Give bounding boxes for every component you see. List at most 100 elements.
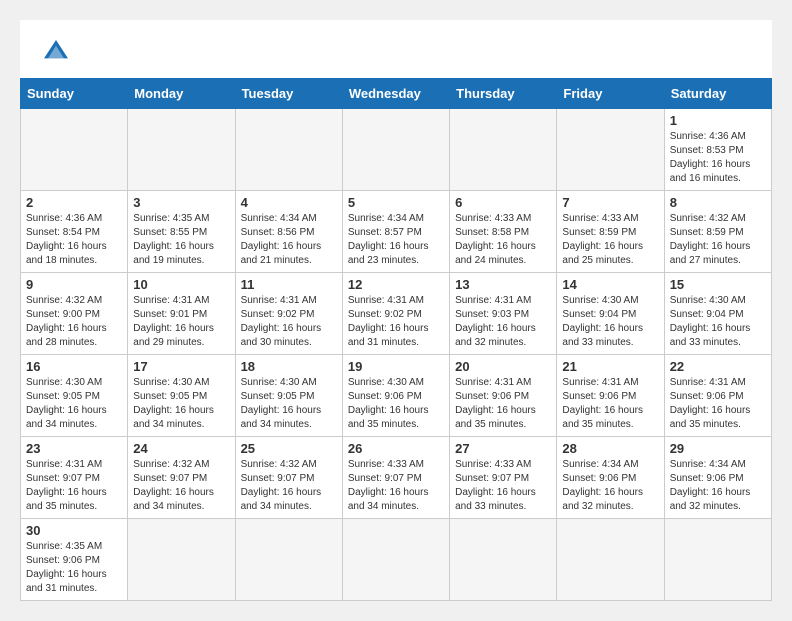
day-info: Sunrise: 4:31 AM Sunset: 9:02 PM Dayligh…: [348, 294, 444, 350]
day-number: 10: [133, 277, 229, 292]
day-number: 7: [562, 195, 658, 210]
calendar-cell: [235, 519, 342, 601]
day-header-monday: Monday: [128, 79, 235, 109]
day-info: Sunrise: 4:35 AM Sunset: 8:55 PM Dayligh…: [133, 212, 229, 268]
day-header-saturday: Saturday: [664, 79, 771, 109]
day-header-tuesday: Tuesday: [235, 79, 342, 109]
day-number: 14: [562, 277, 658, 292]
day-info: Sunrise: 4:36 AM Sunset: 8:53 PM Dayligh…: [670, 130, 766, 186]
calendar-cell: 20 Sunrise: 4:31 AM Sunset: 9:06 PM Dayli…: [450, 355, 557, 437]
day-number: 3: [133, 195, 229, 210]
day-info: Sunrise: 4:30 AM Sunset: 9:05 PM Dayligh…: [26, 376, 122, 432]
calendar-week-row: 23 Sunrise: 4:31 AM Sunset: 9:07 PM Dayli…: [21, 437, 772, 519]
calendar-week-row: 16 Sunrise: 4:30 AM Sunset: 9:05 PM Dayli…: [21, 355, 772, 437]
day-number: 24: [133, 441, 229, 456]
calendar-cell: 4Sunrise: 4:34 AM Sunset: 8:56 PM Daylig…: [235, 191, 342, 273]
calendar-week-row: 9 Sunrise: 4:32 AM Sunset: 9:00 PM Daylig…: [21, 273, 772, 355]
calendar-week-row: 2 Sunrise: 4:36 AM Sunset: 8:54 PM Daylig…: [21, 191, 772, 273]
calendar-cell: 10 Sunrise: 4:31 AM Sunset: 9:01 PM Dayli…: [128, 273, 235, 355]
day-number: 8: [670, 195, 766, 210]
day-info: Sunrise: 4:34 AM Sunset: 8:57 PM Dayligh…: [348, 212, 444, 268]
day-number: 26: [348, 441, 444, 456]
calendar-cell: 30Sunrise: 4:35 AM Sunset: 9:06 PM Dayli…: [21, 519, 128, 601]
day-info: Sunrise: 4:32 AM Sunset: 9:00 PM Dayligh…: [26, 294, 122, 350]
calendar-cell: 17 Sunrise: 4:30 AM Sunset: 9:05 PM Dayli…: [128, 355, 235, 437]
day-number: 15: [670, 277, 766, 292]
calendar-cell: [128, 109, 235, 191]
calendar-cell: 22 Sunrise: 4:31 AM Sunset: 9:06 PM Dayli…: [664, 355, 771, 437]
calendar-header-row: SundayMondayTuesdayWednesdayThursdayFrid…: [21, 79, 772, 109]
day-number: 2: [26, 195, 122, 210]
calendar-cell: 2 Sunrise: 4:36 AM Sunset: 8:54 PM Daylig…: [21, 191, 128, 273]
calendar-cell: 26 Sunrise: 4:33 AM Sunset: 9:07 PM Dayli…: [342, 437, 449, 519]
calendar-cell: 12 Sunrise: 4:31 AM Sunset: 9:02 PM Dayli…: [342, 273, 449, 355]
day-number: 21: [562, 359, 658, 374]
day-info: Sunrise: 4:33 AM Sunset: 8:59 PM Dayligh…: [562, 212, 658, 268]
day-info: Sunrise: 4:36 AM Sunset: 8:54 PM Dayligh…: [26, 212, 122, 268]
day-header-friday: Friday: [557, 79, 664, 109]
calendar-page: SundayMondayTuesdayWednesdayThursdayFrid…: [20, 20, 772, 601]
calendar-cell: [21, 109, 128, 191]
day-info: Sunrise: 4:33 AM Sunset: 9:07 PM Dayligh…: [348, 458, 444, 514]
day-info: Sunrise: 4:32 AM Sunset: 9:07 PM Dayligh…: [133, 458, 229, 514]
day-info: Sunrise: 4:32 AM Sunset: 9:07 PM Dayligh…: [241, 458, 337, 514]
calendar-cell: 3 Sunrise: 4:35 AM Sunset: 8:55 PM Daylig…: [128, 191, 235, 273]
day-number: 16: [26, 359, 122, 374]
calendar-cell: 24 Sunrise: 4:32 AM Sunset: 9:07 PM Dayli…: [128, 437, 235, 519]
day-info: Sunrise: 4:31 AM Sunset: 9:07 PM Dayligh…: [26, 458, 122, 514]
calendar-cell: 8 Sunrise: 4:32 AM Sunset: 8:59 PM Daylig…: [664, 191, 771, 273]
calendar-cell: 25Sunrise: 4:32 AM Sunset: 9:07 PM Dayli…: [235, 437, 342, 519]
calendar-cell: [557, 109, 664, 191]
day-number: 13: [455, 277, 551, 292]
calendar-cell: 21Sunrise: 4:31 AM Sunset: 9:06 PM Dayli…: [557, 355, 664, 437]
calendar-cell: [450, 109, 557, 191]
calendar-table: SundayMondayTuesdayWednesdayThursdayFrid…: [20, 78, 772, 601]
day-number: 20: [455, 359, 551, 374]
day-number: 5: [348, 195, 444, 210]
calendar-cell: [235, 109, 342, 191]
header: [20, 20, 772, 78]
day-info: Sunrise: 4:30 AM Sunset: 9:06 PM Dayligh…: [348, 376, 444, 432]
logo-icon: [40, 36, 72, 68]
calendar-cell: [450, 519, 557, 601]
day-info: Sunrise: 4:31 AM Sunset: 9:03 PM Dayligh…: [455, 294, 551, 350]
day-number: 18: [241, 359, 337, 374]
day-number: 23: [26, 441, 122, 456]
calendar-cell: 19 Sunrise: 4:30 AM Sunset: 9:06 PM Dayli…: [342, 355, 449, 437]
day-number: 6: [455, 195, 551, 210]
calendar-cell: [128, 519, 235, 601]
day-number: 19: [348, 359, 444, 374]
day-info: Sunrise: 4:34 AM Sunset: 9:06 PM Dayligh…: [670, 458, 766, 514]
day-number: 22: [670, 359, 766, 374]
day-info: Sunrise: 4:31 AM Sunset: 9:01 PM Dayligh…: [133, 294, 229, 350]
day-info: Sunrise: 4:30 AM Sunset: 9:05 PM Dayligh…: [133, 376, 229, 432]
day-info: Sunrise: 4:31 AM Sunset: 9:06 PM Dayligh…: [670, 376, 766, 432]
day-info: Sunrise: 4:33 AM Sunset: 8:58 PM Dayligh…: [455, 212, 551, 268]
day-info: Sunrise: 4:30 AM Sunset: 9:04 PM Dayligh…: [670, 294, 766, 350]
calendar-cell: 5 Sunrise: 4:34 AM Sunset: 8:57 PM Daylig…: [342, 191, 449, 273]
day-info: Sunrise: 4:31 AM Sunset: 9:02 PM Dayligh…: [241, 294, 337, 350]
day-number: 17: [133, 359, 229, 374]
day-number: 9: [26, 277, 122, 292]
calendar-cell: 18 Sunrise: 4:30 AM Sunset: 9:05 PM Dayli…: [235, 355, 342, 437]
day-number: 11: [241, 277, 337, 292]
calendar-cell: 11 Sunrise: 4:31 AM Sunset: 9:02 PM Dayli…: [235, 273, 342, 355]
day-number: 30: [26, 523, 122, 538]
day-number: 12: [348, 277, 444, 292]
calendar-cell: 16 Sunrise: 4:30 AM Sunset: 9:05 PM Dayli…: [21, 355, 128, 437]
calendar-cell: 15 Sunrise: 4:30 AM Sunset: 9:04 PM Dayli…: [664, 273, 771, 355]
day-header-sunday: Sunday: [21, 79, 128, 109]
day-number: 27: [455, 441, 551, 456]
day-number: 4: [241, 195, 337, 210]
calendar-cell: 6 Sunrise: 4:33 AM Sunset: 8:58 PM Daylig…: [450, 191, 557, 273]
calendar-cell: 27Sunrise: 4:33 AM Sunset: 9:07 PM Dayli…: [450, 437, 557, 519]
calendar-cell: [664, 519, 771, 601]
calendar-cell: [342, 109, 449, 191]
logo: [40, 36, 78, 68]
day-header-thursday: Thursday: [450, 79, 557, 109]
day-info: Sunrise: 4:31 AM Sunset: 9:06 PM Dayligh…: [455, 376, 551, 432]
day-info: Sunrise: 4:30 AM Sunset: 9:05 PM Dayligh…: [241, 376, 337, 432]
day-info: Sunrise: 4:32 AM Sunset: 8:59 PM Dayligh…: [670, 212, 766, 268]
calendar-cell: 13 Sunrise: 4:31 AM Sunset: 9:03 PM Dayli…: [450, 273, 557, 355]
calendar-cell: 14Sunrise: 4:30 AM Sunset: 9:04 PM Dayli…: [557, 273, 664, 355]
